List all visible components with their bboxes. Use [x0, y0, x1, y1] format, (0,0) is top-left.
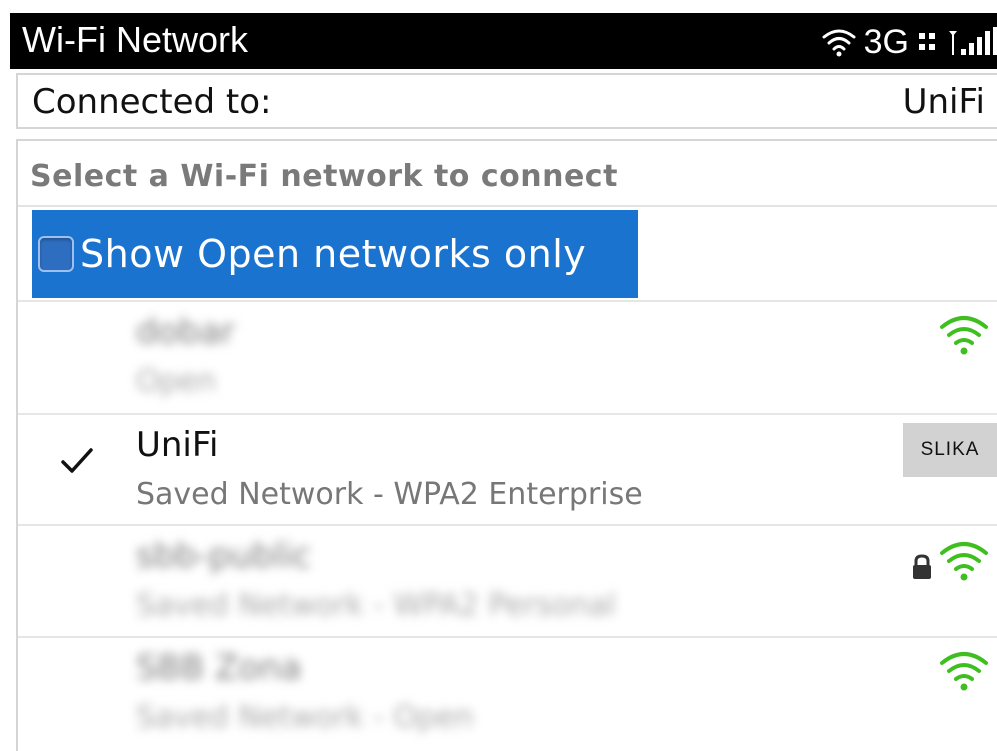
connected-label: Connected to: [32, 82, 272, 122]
network-name: dobar [136, 312, 235, 352]
network-item-sbb-zona[interactable]: SBB Zona Saved Network - Open [18, 638, 997, 748]
network-type: 3G [863, 23, 909, 61]
section-heading: Select a Wi-Fi network to connect [30, 159, 618, 194]
network-subtitle: Saved Network - WPA2 Personal [136, 588, 616, 623]
network-subtitle: Saved Network - WPA2 Enterprise [136, 477, 643, 512]
wifi-icon [822, 27, 856, 57]
image-watermark-badge: SLIKA [903, 423, 997, 477]
data-arrows-icon [917, 30, 939, 54]
signal-strength-icon [947, 27, 997, 57]
checkmark-icon [60, 447, 94, 479]
status-icons: 3G [822, 19, 997, 65]
network-name: SBB Zona [136, 648, 302, 688]
lock-icon [911, 554, 933, 584]
connected-network-name: UniFi [902, 82, 985, 122]
network-name: sbb-public [136, 536, 312, 576]
status-bar: Wi-Fi Network 3G [10, 13, 997, 69]
wifi-signal-icon [939, 312, 989, 360]
network-subtitle: Saved Network - Open [136, 700, 474, 735]
show-open-networks-label: Show Open networks only [80, 232, 587, 276]
connection-status: Connected to: UniFi [16, 73, 997, 129]
network-item-sbb-public[interactable]: sbb-public Saved Network - WPA2 Personal [18, 526, 997, 636]
network-item-unifi[interactable]: UniFi Saved Network - WPA2 Enterprise SL… [18, 415, 997, 525]
wifi-signal-icon [939, 538, 989, 586]
network-list-panel: Select a Wi-Fi network to connect Show O… [16, 139, 997, 751]
show-open-networks-toggle[interactable]: Show Open networks only [32, 210, 638, 298]
wifi-signal-icon [939, 648, 989, 696]
network-item-dobar[interactable]: dobar Open [18, 302, 997, 412]
checkbox[interactable] [38, 236, 74, 272]
network-name: UniFi [136, 425, 219, 465]
divider [18, 205, 997, 207]
window-title: Wi-Fi Network [22, 19, 248, 60]
network-subtitle: Open [136, 364, 217, 399]
